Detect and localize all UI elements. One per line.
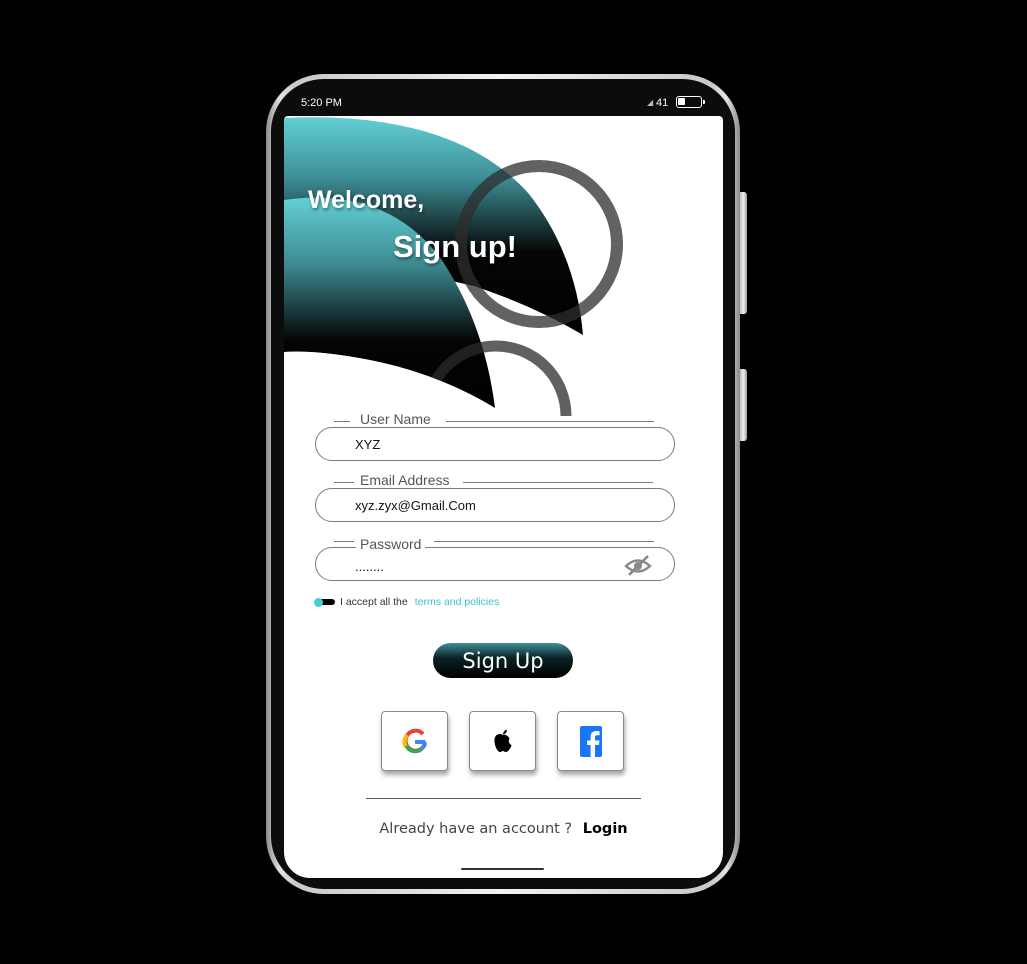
field-border-line (334, 541, 354, 543)
status-bar: 5:20 PM ◢ 41 (284, 92, 723, 116)
stage: 5:20 PM ◢ 41 Welcome, Sign up! User Name… (0, 0, 1027, 964)
login-prompt-text: Already have an account ? (379, 821, 573, 837)
email-field[interactable]: Email Address xyz.zyx@Gmail.Com (315, 472, 675, 522)
email-value[interactable]: xyz.zyx@Gmail.Com (355, 498, 476, 513)
status-time: 5:20 PM (301, 97, 342, 109)
password-field[interactable]: Password ........ (315, 536, 675, 581)
battery-icon (676, 96, 705, 108)
page-title: Sign up! (393, 229, 517, 264)
app-screen: Welcome, Sign up! User Name XYZ Email Ad… (284, 116, 723, 878)
terms-toggle[interactable] (314, 597, 335, 607)
signal-icon: ◢ (647, 98, 654, 107)
password-label: Password (356, 536, 426, 552)
power-button (740, 192, 747, 314)
battery-level: 41 (656, 97, 669, 109)
sign-up-button[interactable]: Sign Up (433, 643, 573, 678)
login-link[interactable]: Login (583, 821, 628, 837)
home-indicator[interactable] (461, 868, 544, 870)
password-value[interactable]: ........ (355, 559, 384, 574)
field-border-line (463, 482, 653, 484)
header-wave-art (284, 117, 623, 416)
eye-slash-icon[interactable] (624, 554, 652, 576)
username-field[interactable]: User Name XYZ (315, 411, 675, 461)
email-label: Email Address (356, 472, 454, 488)
welcome-text: Welcome, (308, 186, 425, 214)
login-prompt-row: Already have an account ? Login (284, 821, 723, 837)
terms-link[interactable]: terms and policies (415, 596, 500, 608)
divider (366, 798, 641, 800)
username-value[interactable]: XYZ (355, 437, 380, 452)
volume-button (740, 369, 747, 441)
facebook-button[interactable] (557, 711, 624, 771)
field-border-line (446, 421, 654, 423)
terms-text: I accept all the (340, 596, 408, 608)
username-label: User Name (356, 411, 435, 427)
terms-row: I accept all the terms and policies (314, 596, 500, 608)
google-icon (401, 728, 427, 754)
apple-icon (493, 729, 511, 752)
facebook-icon (579, 725, 602, 757)
field-border-line (334, 421, 350, 423)
field-border-line (434, 541, 654, 543)
google-button[interactable] (381, 711, 448, 771)
apple-button[interactable] (469, 711, 536, 771)
field-border-line (334, 482, 354, 484)
